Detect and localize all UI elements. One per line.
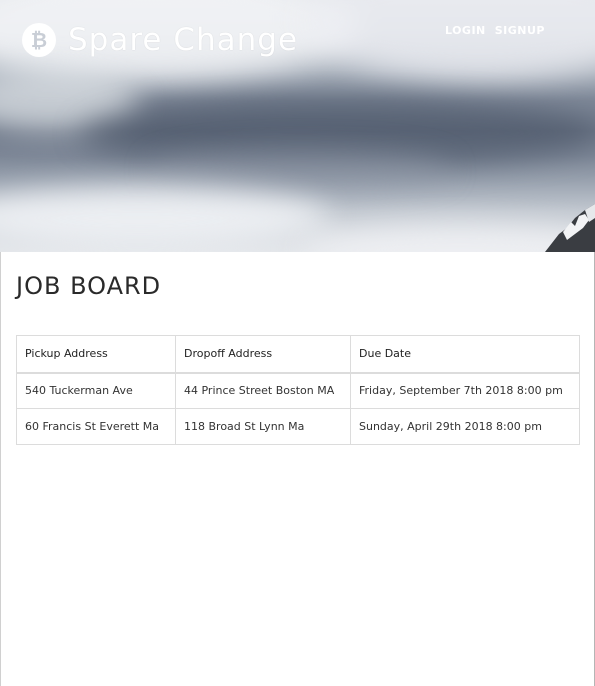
column-header-dropoff: Dropoff Address <box>175 335 351 374</box>
login-link[interactable]: Login <box>445 24 486 37</box>
job-table: Pickup Address Dropoff Address Due Date … <box>16 335 580 445</box>
due-date-cell: Friday, September 7th 2018 8:00 pm <box>350 372 580 409</box>
bitcoin-logo-icon[interactable]: ₿ <box>22 23 56 57</box>
column-header-due-date: Due Date <box>350 335 580 374</box>
column-header-pickup: Pickup Address <box>16 335 176 374</box>
table-row[interactable]: 540 Tuckerman Ave 44 Prince Street Bosto… <box>16 372 580 409</box>
cloud <box>300 0 595 80</box>
pickup-address-cell: 540 Tuckerman Ave <box>16 372 176 409</box>
top-nav: Login Signup <box>445 24 545 37</box>
mountain-peak <box>545 204 595 252</box>
dropoff-address-cell: 44 Prince Street Boston MA <box>175 372 351 409</box>
brand-name[interactable]: Spare Change <box>68 20 298 60</box>
signup-link[interactable]: Signup <box>495 24 545 37</box>
pickup-address-cell: 60 Francis St Everett Ma <box>16 408 176 445</box>
page-title: Job Board <box>16 272 162 300</box>
table-header-row: Pickup Address Dropoff Address Due Date <box>16 335 580 374</box>
table-row[interactable]: 60 Francis St Everett Ma 118 Broad St Ly… <box>16 408 580 445</box>
page-border-left <box>0 252 1 686</box>
cloud <box>0 188 330 248</box>
cloud-shadow <box>150 150 450 190</box>
hero-banner: ₿ Spare Change Login Signup <box>0 0 595 252</box>
dropoff-address-cell: 118 Broad St Lynn Ma <box>175 408 351 445</box>
due-date-cell: Sunday, April 29th 2018 8:00 pm <box>350 408 580 445</box>
